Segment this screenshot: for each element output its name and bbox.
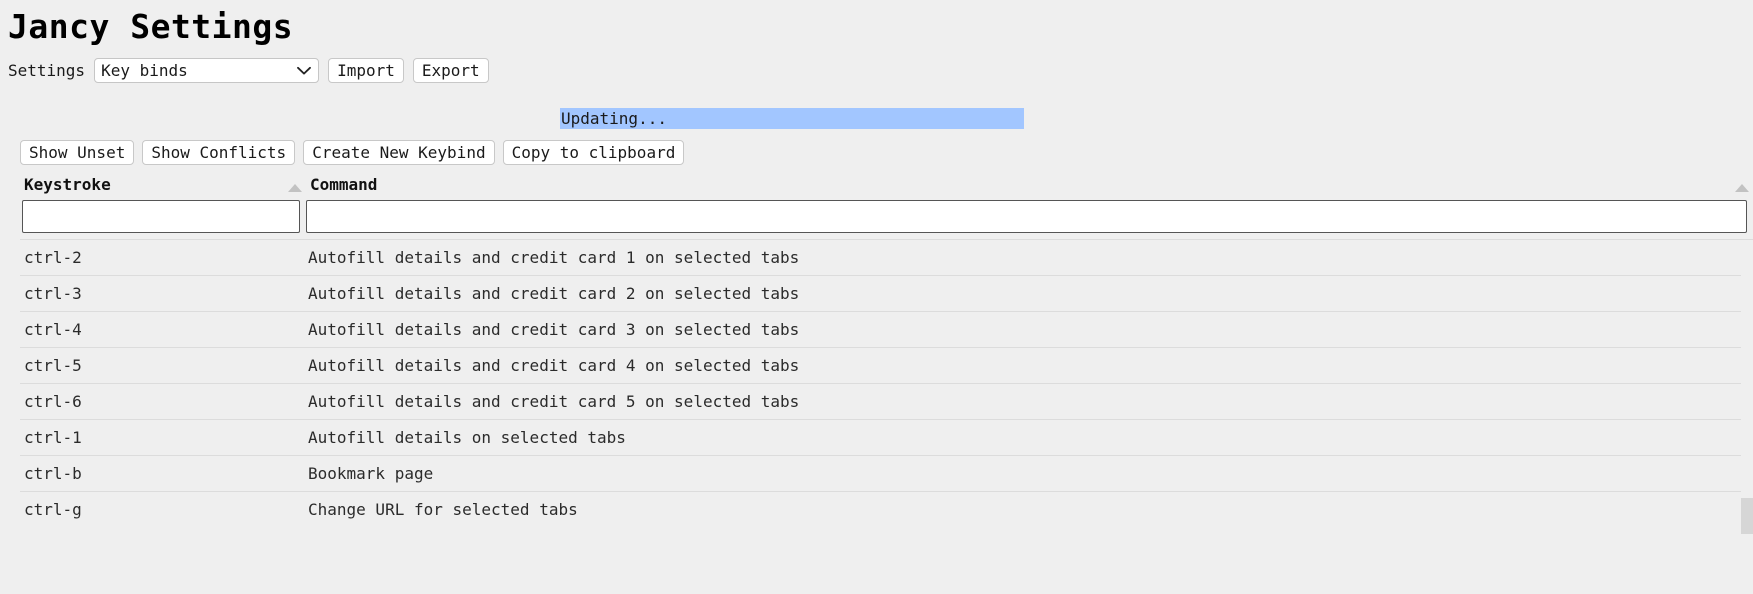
cell-keystroke: ctrl-4 [20, 311, 306, 348]
column-header-keystroke-label: Keystroke [24, 175, 111, 194]
cell-keystroke: ctrl-1 [20, 419, 306, 456]
copy-to-clipboard-button[interactable]: Copy to clipboard [502, 140, 685, 165]
settings-toolbar: Settings Key binds Import Export [0, 43, 1753, 83]
table-row[interactable]: ctrl-2 Autofill details and credit card … [20, 239, 1753, 276]
table-row[interactable]: ctrl-g Change URL for selected tabs [20, 491, 1753, 527]
settings-category-select[interactable]: Key binds [94, 58, 320, 83]
cell-keystroke: ctrl-2 [20, 239, 306, 276]
cell-command: Autofill details and credit card 5 on se… [306, 383, 1753, 420]
cell-command: Autofill details and credit card 2 on se… [306, 275, 1753, 312]
settings-category-select-wrap[interactable]: Key binds [94, 58, 320, 83]
filter-cell-command [306, 200, 1753, 240]
column-header-command-label: Command [310, 175, 378, 194]
table-row[interactable]: ctrl-4 Autofill details and credit card … [20, 311, 1753, 348]
cell-keystroke: ctrl-6 [20, 383, 306, 420]
status-banner: Updating... [560, 108, 1024, 129]
sort-ascending-icon[interactable] [288, 184, 302, 192]
show-conflicts-button[interactable]: Show Conflicts [142, 140, 296, 165]
table-row[interactable]: ctrl-6 Autofill details and credit card … [20, 383, 1753, 420]
cell-keystroke: ctrl-5 [20, 347, 306, 384]
export-button[interactable]: Export [412, 58, 489, 83]
table-row[interactable]: ctrl-b Bookmark page [20, 455, 1753, 492]
settings-page: Jancy Settings Settings Key binds Import… [0, 0, 1753, 594]
keybinds-table-container: Keystroke Command ctrl-2 Autofill detail… [20, 175, 1753, 594]
cell-command: Bookmark page [306, 455, 1753, 492]
cell-command: Autofill details and credit card 4 on se… [306, 347, 1753, 384]
table-scrollbar-thumb[interactable] [1741, 498, 1753, 534]
keystroke-filter-input[interactable] [22, 200, 300, 233]
sort-ascending-icon[interactable] [1735, 184, 1749, 192]
keybinds-table-head: Keystroke Command [20, 175, 1753, 240]
import-button[interactable]: Import [328, 58, 404, 83]
cell-keystroke: ctrl-g [20, 491, 306, 527]
settings-label: Settings [8, 61, 86, 80]
column-header-command[interactable]: Command [306, 175, 1753, 200]
cell-command: Autofill details and credit card 1 on se… [306, 239, 1753, 276]
table-row[interactable]: ctrl-1 Autofill details on selected tabs [20, 419, 1753, 456]
keybind-actions-toolbar: Show Unset Show Conflicts Create New Key… [20, 140, 685, 165]
table-header-row: Keystroke Command [20, 175, 1753, 200]
table-scrollbar-track[interactable] [1741, 244, 1753, 594]
create-new-keybind-button[interactable]: Create New Keybind [303, 140, 495, 165]
column-header-keystroke[interactable]: Keystroke [20, 175, 306, 200]
table-row[interactable]: ctrl-5 Autofill details and credit card … [20, 347, 1753, 384]
table-filter-row [20, 200, 1753, 240]
cell-keystroke: ctrl-b [20, 455, 306, 492]
table-row[interactable]: ctrl-3 Autofill details and credit card … [20, 275, 1753, 312]
keybinds-table-body: ctrl-2 Autofill details and credit card … [20, 239, 1753, 527]
show-unset-button[interactable]: Show Unset [20, 140, 135, 165]
cell-command: Change URL for selected tabs [306, 491, 1753, 527]
cell-command: Autofill details on selected tabs [306, 419, 1753, 456]
page-title: Jancy Settings [8, 7, 294, 46]
filter-cell-keystroke [20, 200, 306, 240]
cell-keystroke: ctrl-3 [20, 275, 306, 312]
cell-command: Autofill details and credit card 3 on se… [306, 311, 1753, 348]
command-filter-input[interactable] [306, 200, 1747, 233]
keybinds-table: Keystroke Command ctrl-2 Autofill detail… [20, 175, 1753, 527]
